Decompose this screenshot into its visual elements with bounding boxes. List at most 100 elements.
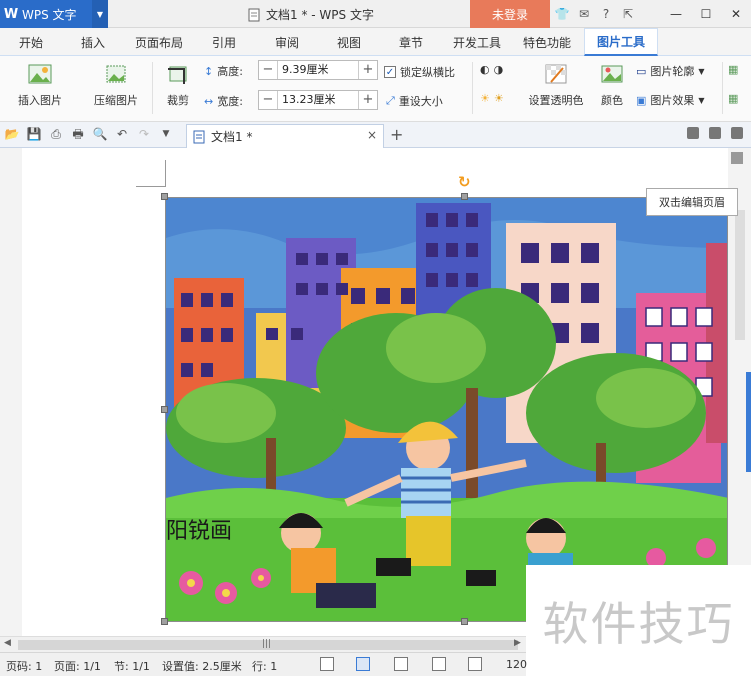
tab-picture-tools[interactable]: 图片工具 [584,28,658,56]
save-icon[interactable]: 💾 [26,126,42,142]
page-corner-mark [136,160,166,187]
crop-button[interactable]: 裁剪 [158,62,198,108]
tab-features[interactable]: 特色功能 [514,28,580,56]
status-page-number[interactable]: 页码: 1 [6,658,42,674]
title-bar: W WPS 文字 ▼ 文档1 * - WPS 文字 未登录 👕 ✉ ? ⇱ — … [0,0,751,28]
tab-section[interactable]: 章节 [382,28,440,56]
close-button[interactable]: ✕ [721,0,751,28]
export-pdf-icon[interactable]: ⎙ [48,126,64,142]
resize-handle-top-left[interactable] [161,193,168,200]
open-folder-icon[interactable]: 📂 [4,126,20,142]
resize-handle-top[interactable] [461,193,468,200]
height-stepper[interactable]: − 9.39厘米 + [258,60,378,80]
picture-outline-button[interactable]: ▭ 图片轮廓 ▼ [636,63,705,79]
page-view-icon[interactable] [356,657,370,671]
app-name: WPS 文字 [22,7,77,22]
window-controls: — ☐ ✕ [661,0,751,28]
close-tab-icon[interactable]: × [367,128,377,142]
login-button[interactable]: 未登录 [470,0,550,28]
print-preview-icon[interactable]: 🔍 [92,126,108,142]
status-section[interactable]: 节: 1/1 [114,658,150,674]
compress-picture-button[interactable]: 压缩图片 [88,62,144,108]
fullscreen-view-icon[interactable] [320,657,334,671]
close-doc-icon[interactable] [731,127,743,139]
tab-references[interactable]: 引用 [196,28,252,56]
tab-developer[interactable]: 开发工具 [444,28,510,56]
reset-size-button[interactable]: ⤢ 重设大小 [386,93,443,109]
eye-protection-icon[interactable] [468,657,482,671]
maximize-button[interactable]: ☐ [691,0,721,28]
reset-size-icon: ⤢ [386,94,395,107]
pdf-icon[interactable] [687,127,699,139]
left-margin [0,148,22,636]
side-tool-icon[interactable] [731,152,743,164]
document-tab[interactable]: 文档1 * × [186,124,384,148]
insert-picture-button[interactable]: 插入图片 [8,62,72,108]
new-tab-button[interactable]: + [390,125,403,144]
increase-brightness-icon[interactable]: ☀ [480,92,490,105]
web-view-icon[interactable] [432,657,446,671]
reset-size-label: 重设大小 [398,95,443,108]
minimize-button[interactable]: — [661,0,691,28]
children-city-painting: 阳锐画 [166,198,727,621]
compress-icon [106,65,126,83]
side-panel-tab[interactable] [746,372,751,472]
tab-view[interactable]: 视图 [320,28,378,56]
redo-icon[interactable]: ↷ [136,126,152,142]
tab-start[interactable]: 开始 [2,28,60,56]
chevron-down-icon: ▼ [698,95,705,105]
collapse-ribbon-icon[interactable]: ⇱ [618,7,638,21]
selected-picture[interactable]: 阳锐画 [165,197,728,622]
set-transparent-button[interactable]: 设置透明色 [522,62,590,108]
resize-handle-left[interactable] [161,406,168,413]
width-input[interactable]: 13.23厘米 [277,91,359,109]
chevron-down-icon[interactable]: ▼ [92,0,108,28]
resize-handle-bottom-left[interactable] [161,618,168,625]
help-icon[interactable]: ? [596,7,616,21]
color-label: 颜色 [601,94,623,107]
height-decrease-button[interactable]: − [259,61,277,79]
app-menu-button[interactable]: W WPS 文字 ▼ [0,0,108,28]
vertical-scroll-thumb[interactable] [735,210,745,340]
header-tooltip: 双击编辑页眉 [646,188,738,216]
scroll-left-icon[interactable]: ◀ [4,638,11,648]
height-input[interactable]: 9.39厘米 [277,61,359,79]
width-increase-button[interactable]: + [359,91,377,109]
zoom-level[interactable]: 120 [506,658,527,671]
more-tools-icon[interactable]: ▦ [728,63,738,76]
outline-view-icon[interactable] [394,657,408,671]
status-set-value[interactable]: 设置值: 2.5厘米 [162,658,242,674]
skin-icon[interactable]: 👕 [552,7,572,21]
height-increase-button[interactable]: + [359,61,377,79]
status-page[interactable]: 页面: 1/1 [54,658,101,674]
width-label-text: 宽度: [217,95,243,108]
width-icon: ↔ [204,94,214,108]
decrease-contrast-icon[interactable]: ◑ [494,63,504,76]
feedback-icon[interactable]: ✉ [574,7,594,21]
lock-ratio-checkbox[interactable]: ✓ 锁定纵横比 [384,64,455,80]
width-stepper[interactable]: − 13.23厘米 + [258,90,378,110]
tab-review[interactable]: 审阅 [258,28,316,56]
minimize-doc-icon[interactable] [709,127,721,139]
ribbon-separator [152,62,153,114]
tab-insert[interactable]: 插入 [64,28,122,56]
watermark: 软件技巧 [526,565,751,676]
width-decrease-button[interactable]: − [259,91,277,109]
print-icon[interactable]: 🖶 [70,126,86,142]
set-transparent-label: 设置透明色 [528,94,584,107]
increase-contrast-icon[interactable]: ◐ [480,63,490,76]
status-line[interactable]: 行: 1 [252,658,277,674]
decrease-brightness-icon[interactable]: ☀ [494,92,504,105]
undo-icon[interactable]: ↶ [114,126,130,142]
rotate-handle-icon[interactable]: ↻ [458,173,471,191]
customize-dropdown-icon[interactable]: ▼ [158,126,174,142]
scroll-right-icon[interactable]: ▶ [514,638,521,648]
color-button[interactable]: 颜色 [594,62,630,108]
horizontal-scrollbar[interactable]: ◀ ||| ▶ [0,636,526,652]
side-icons [731,152,743,164]
resize-handle-bottom[interactable] [461,618,468,625]
crop-icon [168,66,187,84]
picture-effect-button[interactable]: ▣ 图片效果 ▼ [636,92,705,108]
more-tools-icon[interactable]: ▦ [728,92,738,105]
tab-page-layout[interactable]: 页面布局 [126,28,192,56]
